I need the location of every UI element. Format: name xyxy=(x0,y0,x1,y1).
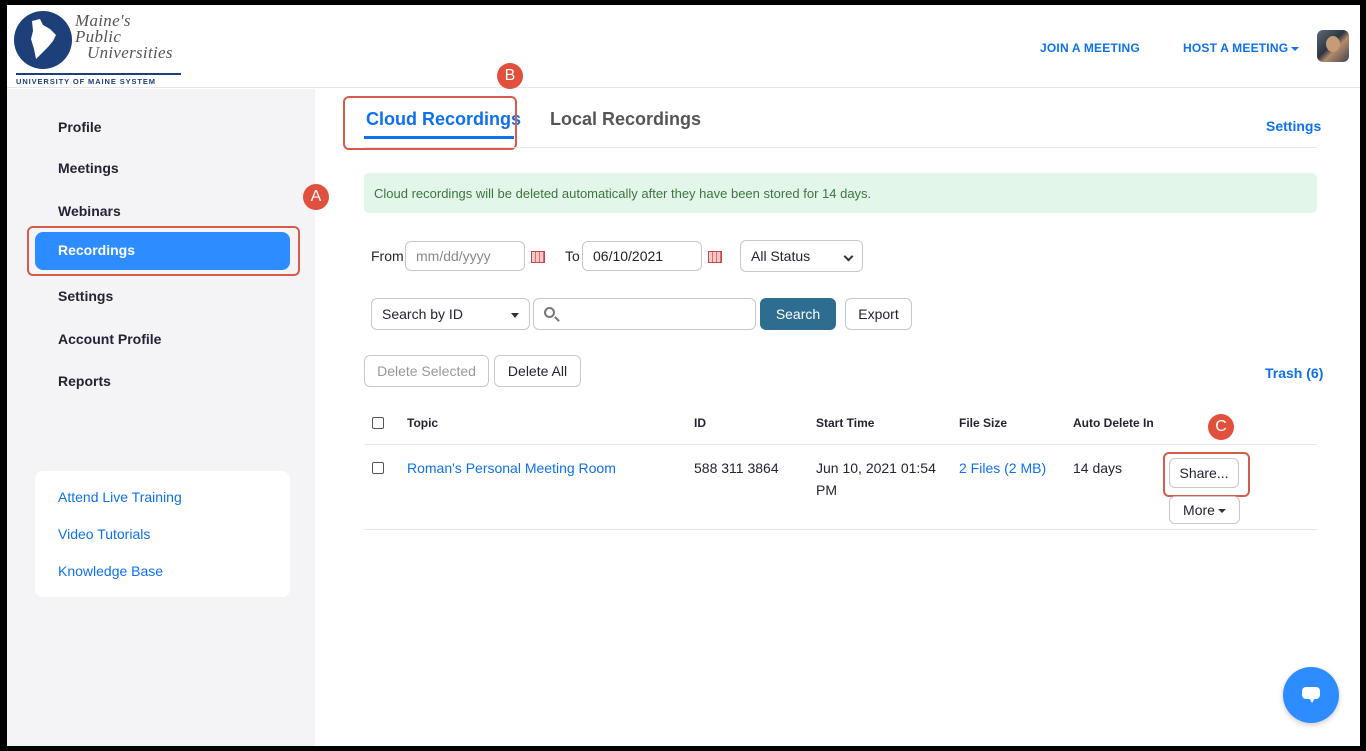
caret-down-icon xyxy=(511,313,519,318)
top-header: Maine's Public Universities UNIVERSITY O… xyxy=(7,5,1360,88)
to-label: To xyxy=(565,248,580,264)
table-header-divider xyxy=(364,444,1317,445)
logo-wordmark: Maine's Public Universities xyxy=(75,12,173,62)
status-select-value: All Status xyxy=(751,248,811,264)
annotation-highlight-b xyxy=(343,96,517,150)
sidebar-item-reports[interactable]: Reports xyxy=(58,373,111,389)
logo-system-name: UNIVERSITY OF MAINE SYSTEM xyxy=(16,73,181,86)
search-by-select[interactable]: Search by ID xyxy=(371,298,530,330)
join-meeting-link[interactable]: JOIN A MEETING xyxy=(1040,41,1140,55)
more-button-label: More xyxy=(1183,502,1215,518)
university-logo[interactable]: Maine's Public Universities UNIVERSITY O… xyxy=(13,9,183,89)
sidebar-item-webinars[interactable]: Webinars xyxy=(58,203,121,219)
delete-all-button[interactable]: Delete All xyxy=(494,355,581,387)
sidebar-item-account-profile[interactable]: Account Profile xyxy=(58,331,161,347)
annotation-badge-c: C xyxy=(1208,414,1234,440)
meeting-id: 588 311 3864 xyxy=(694,460,779,476)
tab-local-recordings[interactable]: Local Recordings xyxy=(550,109,701,130)
app-window: Maine's Public Universities UNIVERSITY O… xyxy=(7,5,1360,746)
row-checkbox[interactable] xyxy=(372,462,384,474)
annotation-highlight-a xyxy=(27,226,300,276)
search-input[interactable] xyxy=(533,298,756,330)
more-button[interactable]: More xyxy=(1169,496,1240,524)
column-topic: Topic xyxy=(407,416,439,430)
caret-down-icon xyxy=(1217,509,1226,514)
chevron-down-icon xyxy=(843,251,854,262)
tabs-divider xyxy=(364,147,1317,148)
sidebar-item-settings[interactable]: Settings xyxy=(58,288,113,304)
search-by-value: Search by ID xyxy=(382,306,463,322)
chat-support-button[interactable] xyxy=(1283,667,1339,723)
calendar-icon[interactable] xyxy=(531,251,545,263)
knowledge-base-link[interactable]: Knowledge Base xyxy=(58,563,163,579)
video-tutorials-link[interactable]: Video Tutorials xyxy=(58,526,150,542)
search-button[interactable]: Search xyxy=(760,298,836,330)
start-time-line-2: PM xyxy=(816,482,837,498)
to-date-field[interactable]: 06/10/2021 xyxy=(582,241,702,271)
annotation-highlight-c xyxy=(1163,452,1250,497)
table-row-divider xyxy=(364,529,1317,530)
annotation-badge-a: A xyxy=(303,184,329,210)
sidebar-item-profile[interactable]: Profile xyxy=(58,119,102,135)
column-auto-delete: Auto Delete In xyxy=(1073,416,1154,430)
recording-topic-link[interactable]: Roman's Personal Meeting Room xyxy=(407,457,616,479)
column-start-time: Start Time xyxy=(816,416,875,430)
search-icon xyxy=(544,307,555,318)
attend-live-training-link[interactable]: Attend Live Training xyxy=(58,489,182,505)
column-file-size: File Size xyxy=(959,416,1008,430)
help-links-card: Attend Live Training Video Tutorials Kno… xyxy=(35,471,290,597)
logo-line-3: Universities xyxy=(87,43,173,62)
host-meeting-menu[interactable]: HOST A MEETING xyxy=(1183,41,1300,55)
maine-seal-icon xyxy=(14,11,72,69)
trash-link[interactable]: Trash (6) xyxy=(1265,365,1323,381)
chevron-down-icon xyxy=(1291,46,1300,51)
user-avatar[interactable] xyxy=(1317,30,1349,62)
retention-alert: Cloud recordings will be deleted automat… xyxy=(364,173,1317,213)
status-select[interactable]: All Status xyxy=(740,240,863,272)
file-size-link[interactable]: 2 Files (2 MB) xyxy=(959,457,1046,479)
from-label: From xyxy=(371,248,404,264)
sidebar-item-meetings[interactable]: Meetings xyxy=(58,160,119,176)
column-id: ID xyxy=(694,416,706,430)
select-all-checkbox[interactable] xyxy=(372,417,384,429)
start-time-line-1: Jun 10, 2021 01:54 xyxy=(816,460,936,476)
start-time: Jun 10, 2021 01:54 PM xyxy=(816,457,936,501)
annotation-badge-b: B xyxy=(497,63,523,89)
recording-settings-link[interactable]: Settings xyxy=(1266,118,1321,134)
sidebar: Profile Meetings Webinars Recordings Set… xyxy=(7,89,315,746)
host-meeting-label: HOST A MEETING xyxy=(1183,41,1289,55)
auto-delete-value: 14 days xyxy=(1073,460,1123,476)
delete-selected-button[interactable]: Delete Selected xyxy=(364,355,489,387)
calendar-icon[interactable] xyxy=(708,251,722,263)
from-date-field[interactable]: mm/dd/yyyy xyxy=(405,241,525,271)
export-button[interactable]: Export xyxy=(845,298,912,330)
